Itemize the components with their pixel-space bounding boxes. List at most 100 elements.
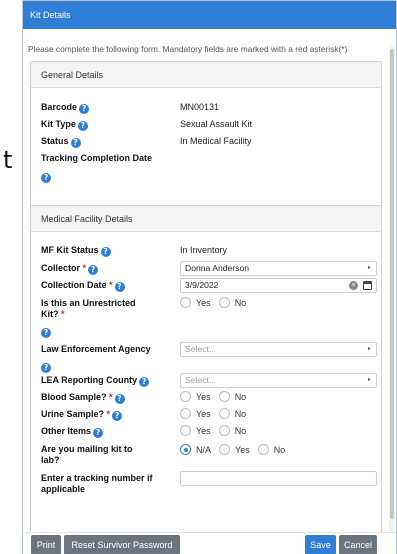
- help-icon[interactable]: ?: [139, 377, 150, 387]
- urine-yes-radio[interactable]: Yes: [180, 408, 211, 419]
- help-icon[interactable]: ?: [70, 138, 81, 148]
- required-asterisk: *: [82, 263, 87, 273]
- form-scroll-area[interactable]: General Details Barcode? MN00131 Kit Typ…: [23, 45, 389, 532]
- help-icon[interactable]: ?: [79, 104, 90, 114]
- unrestricted-label-cont: Kit?: [41, 309, 59, 319]
- scrollbar-thumb[interactable]: [390, 49, 394, 519]
- urine-radio-group: Yes No: [180, 408, 254, 419]
- required-asterisk: *: [61, 309, 65, 319]
- mailing-yes-radio[interactable]: Yes: [219, 444, 250, 455]
- kit-type-label: Kit Type: [41, 119, 76, 129]
- mailing-label: Are you mailing kit to: [41, 444, 133, 454]
- mf-kit-status-value: In Inventory: [180, 245, 228, 255]
- help-icon[interactable]: ?: [41, 173, 51, 183]
- radio-label: Yes: [196, 297, 211, 308]
- collection-date-label: Collection Date: [41, 280, 107, 290]
- radio-icon: [180, 297, 191, 308]
- radio-icon: [180, 444, 191, 455]
- unrestricted-radio-group: Yes No: [180, 297, 254, 308]
- blood-sample-label: Blood Sample?: [41, 392, 107, 402]
- mf-kit-status-label: MF Kit Status: [41, 245, 99, 255]
- radio-label: No: [273, 444, 286, 455]
- radio-icon: [219, 444, 231, 455]
- help-icon[interactable]: ?: [77, 121, 88, 131]
- help-icon[interactable]: ?: [112, 411, 123, 421]
- caret-icon: ▸: [367, 377, 371, 383]
- radio-icon: [180, 425, 191, 436]
- tracking-number-label-cont: applicable: [41, 484, 86, 494]
- mailing-label-cont: lab?: [41, 455, 60, 465]
- lea-county-placeholder: Select...: [185, 375, 217, 385]
- required-asterisk: *: [109, 280, 113, 290]
- save-button[interactable]: Save: [305, 535, 336, 554]
- blood-no-radio[interactable]: No: [218, 391, 247, 402]
- required-asterisk: *: [106, 409, 111, 419]
- clear-icon[interactable]: ×: [349, 281, 358, 290]
- radio-icon: [257, 444, 269, 455]
- collector-value: Donna Anderson: [185, 263, 250, 273]
- collector-select[interactable]: Donna Anderson ▸: [180, 261, 377, 276]
- tracking-number-input[interactable]: [180, 471, 377, 486]
- help-icon[interactable]: ?: [41, 363, 51, 373]
- mailing-na-radio[interactable]: N/A: [180, 444, 211, 455]
- collection-date-value: 3/9/2022: [185, 280, 219, 290]
- lea-placeholder: Select...: [185, 344, 217, 354]
- help-icon[interactable]: ?: [93, 428, 104, 438]
- print-button[interactable]: Print: [31, 535, 61, 554]
- status-label: Status: [41, 136, 69, 146]
- radio-label: Yes: [196, 408, 211, 419]
- required-asterisk: *: [109, 392, 113, 402]
- radio-label: Yes: [196, 391, 211, 402]
- lea-label: Law Enforcement Agency: [41, 344, 151, 354]
- collection-date-input[interactable]: 3/9/2022 ×: [180, 278, 377, 293]
- other-radio-group: Yes No: [180, 425, 254, 436]
- radio-label: No: [234, 391, 247, 402]
- lea-select[interactable]: Select... ▸: [180, 342, 377, 357]
- help-icon[interactable]: ?: [100, 247, 111, 257]
- barcode-label: Barcode: [41, 102, 78, 112]
- cancel-button[interactable]: Cancel: [339, 535, 377, 554]
- calendar-icon[interactable]: [363, 281, 372, 290]
- unrestricted-label: Is this an Unrestricted: [41, 298, 136, 308]
- medical-facility-panel: Medical Facility Details MF Kit Status? …: [30, 205, 382, 532]
- radio-icon: [180, 408, 191, 419]
- radio-icon: [218, 391, 230, 402]
- radio-icon: [218, 425, 230, 436]
- help-icon[interactable]: ?: [41, 328, 51, 338]
- blood-yes-radio[interactable]: Yes: [180, 391, 211, 402]
- help-icon[interactable]: ?: [88, 265, 99, 275]
- kit-type-value: Sexual Assault Kit: [180, 119, 253, 129]
- caret-icon: ▸: [367, 265, 371, 271]
- barcode-value: MN00131: [180, 102, 220, 112]
- radio-label: Yes: [235, 444, 250, 455]
- help-icon[interactable]: ?: [114, 282, 125, 292]
- urine-no-radio[interactable]: No: [218, 408, 247, 419]
- dialog-footer: Print Reset Survivor Password Save Cance…: [23, 532, 396, 554]
- radio-label: Yes: [196, 425, 211, 436]
- radio-label: No: [234, 297, 247, 308]
- general-details-panel: General Details Barcode? MN00131 Kit Typ…: [30, 61, 382, 210]
- blood-radio-group: Yes No: [180, 391, 254, 402]
- reset-survivor-password-button[interactable]: Reset Survivor Password: [64, 535, 180, 554]
- medical-facility-heading: Medical Facility Details: [31, 206, 381, 232]
- vertical-scrollbar[interactable]: [389, 45, 395, 532]
- mailing-radio-group: N/A Yes No: [180, 444, 293, 455]
- radio-icon: [218, 408, 230, 419]
- status-value: In Medical Facility: [180, 136, 252, 146]
- background-text-fragment: t: [3, 146, 13, 174]
- general-details-heading: General Details: [31, 62, 381, 88]
- radio-label: No: [234, 408, 247, 419]
- unrestricted-no-radio[interactable]: No: [218, 297, 247, 308]
- dialog-title: Kit Details: [23, 1, 396, 29]
- radio-icon: [218, 297, 230, 308]
- radio-icon: [180, 391, 191, 402]
- other-no-radio[interactable]: No: [218, 425, 246, 436]
- other-items-label: Other Items: [41, 426, 92, 436]
- radio-label: N/A: [196, 444, 212, 455]
- mailing-no-radio[interactable]: No: [257, 444, 286, 455]
- lea-county-label: LEA Reporting County: [41, 375, 138, 385]
- lea-county-select[interactable]: Select... ▸: [180, 373, 377, 388]
- other-yes-radio[interactable]: Yes: [180, 425, 211, 436]
- help-icon[interactable]: ?: [114, 394, 125, 404]
- unrestricted-yes-radio[interactable]: Yes: [180, 297, 211, 308]
